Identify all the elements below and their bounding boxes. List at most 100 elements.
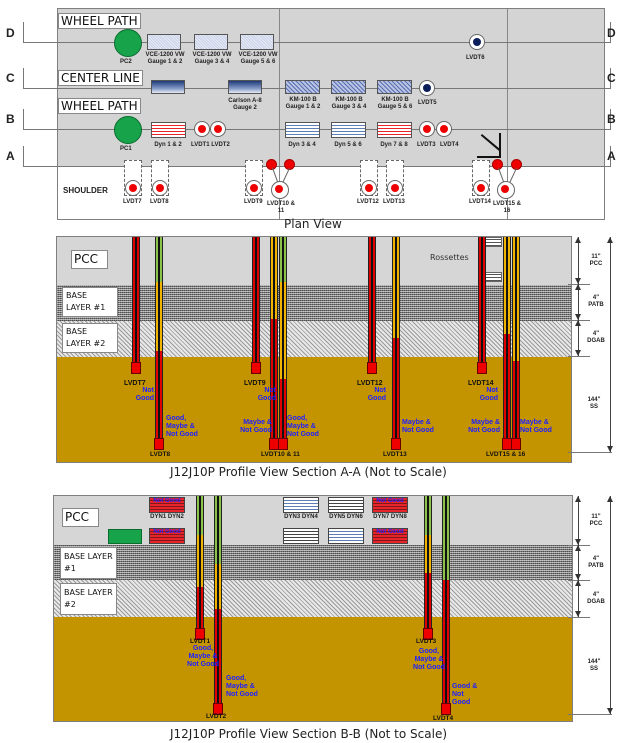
- lvdt11-status: Good, Maybe & Not Good: [287, 415, 319, 438]
- lvdt1-sensor: [194, 121, 210, 137]
- lvdt8-rod-segment: [156, 237, 162, 282]
- dimension-tick: [568, 617, 590, 618]
- vw-gauge-label: VCE-1200 VW Gauge 5 & 6: [238, 52, 278, 65]
- lvdt4-rod-tip: [441, 703, 451, 715]
- dyn2-gauge: Not Good: [149, 528, 185, 544]
- lvdt10-status: Maybe & Not Good: [240, 419, 272, 434]
- dyn-gauge: [285, 122, 320, 138]
- lvdt3-rod-segment: [425, 496, 431, 535]
- dimension-label: 144" SS: [587, 658, 601, 672]
- dyn7-gauge: Not Good: [372, 497, 408, 513]
- pressure-cell-pc1: [114, 116, 142, 144]
- lvdt16-status: Maybe & Not Good: [520, 419, 552, 434]
- dyn3-4-label: DYN3 DYN4: [284, 514, 318, 520]
- lvdt11-rod-segment: [280, 282, 286, 379]
- pcc-label: PCC: [71, 250, 108, 269]
- dyn1-2-label: DYN1 DYN2: [150, 514, 184, 520]
- dyn4-gauge: [283, 528, 319, 544]
- lvdt4-rod-segment: [443, 496, 449, 580]
- lvdt14-sensor: [473, 180, 489, 196]
- lvdt3-sensor: [419, 121, 435, 137]
- lvdt13-rod-segment: [393, 338, 399, 440]
- lvdt13-rod: [392, 237, 400, 440]
- lvdt5-label: LVDT5: [418, 100, 437, 106]
- lvdt9-sensor: [246, 180, 262, 196]
- section-letter-d: D: [6, 26, 15, 40]
- carlson-label: Carlson A-8 Gauge 2: [228, 98, 262, 111]
- pcc-label: PCC: [62, 508, 99, 527]
- dimension-label: 11" PCC: [589, 513, 603, 527]
- lvdt13-sensor: [387, 180, 403, 196]
- dyn3-gauge: [283, 497, 319, 513]
- section-letter-b-right: B: [607, 112, 616, 126]
- section-tick: [23, 109, 24, 129]
- vw-gauge: [147, 34, 181, 50]
- dimension-line: [578, 496, 579, 545]
- lvdt13-label: LVDT13: [383, 451, 407, 458]
- wheel-path-label: WHEEL PATH: [58, 13, 141, 29]
- dimension-label: 4" DGAB: [587, 591, 605, 605]
- lvdt14-rod: [478, 237, 486, 364]
- lvdt9-rod-segment: [253, 237, 259, 364]
- base-layer-2-label: BASE LAYER #2: [62, 323, 118, 353]
- lvdt15-16-label: LVDT15 & 16: [486, 451, 526, 458]
- section-line-a: [23, 166, 611, 167]
- base-layer-1: [54, 545, 572, 580]
- dyn-gauge-label: Dyn 7 & 8: [380, 142, 408, 148]
- dimension-label: 144" SS: [587, 397, 601, 410]
- lvdt7-rod-tip: [131, 362, 141, 374]
- dimension-arrow-up: [575, 284, 581, 290]
- km-gauge: [285, 80, 320, 94]
- section-bb-caption: J12J10P Profile View Section B-B (Not to…: [170, 727, 448, 741]
- lvdt1-2-label: LVDT1 LVDT2: [191, 142, 230, 148]
- crack-marker: [477, 156, 499, 158]
- lvdt10-11-sensor: [271, 181, 289, 199]
- dimension-arrow-up: [607, 237, 613, 243]
- pressure-cell-pc2: [114, 29, 142, 57]
- lvdt2-rod-segment: [215, 496, 221, 564]
- km-gauge-label: KM-100 B Gauge 5 & 6: [377, 97, 413, 110]
- lvdt12-sensor: [361, 180, 377, 196]
- lvdt16-rod: [512, 237, 520, 440]
- wheel-path-label: WHEEL PATH: [58, 98, 141, 114]
- lvdt4-sensor: [436, 121, 452, 137]
- lvdt4-label: LVDT4: [440, 142, 459, 148]
- lvdt3-label: LVDT3: [416, 638, 437, 645]
- dimension-arrow-up: [575, 237, 581, 243]
- lvdt15-16-sensor: [497, 181, 515, 199]
- lvdt3-label: LVDT3: [417, 142, 436, 148]
- lvdt3-rod-segment: [425, 573, 431, 630]
- section-letter-c: C: [6, 71, 15, 85]
- dimension-arrow-up: [607, 496, 613, 502]
- section-tick: [23, 68, 24, 88]
- dimension-line: [610, 496, 611, 714]
- km-gauge: [377, 80, 412, 94]
- lvdt10-rod-segment: [271, 237, 277, 319]
- lvdt3-rod-segment: [425, 535, 431, 573]
- section-letter-d-right: D: [607, 26, 616, 40]
- plan-view-caption: Plan View: [284, 217, 342, 231]
- lvdt11-rod: [279, 237, 287, 440]
- lvdt11-rod-tip: [278, 438, 288, 450]
- section-letter-a-right: A: [607, 149, 616, 163]
- pc1-label: PC1: [120, 146, 132, 152]
- lvdt1-label: LVDT1: [190, 638, 211, 645]
- rossette-gauge: [484, 237, 502, 247]
- pressure-cell: [108, 529, 142, 544]
- dyn-gauge: [151, 122, 186, 138]
- lvdt15-16-label: LVDT15 & 16: [493, 201, 521, 214]
- lvdt8-rod: [155, 237, 163, 440]
- carlson-gauge: [228, 80, 262, 94]
- lvdt3-status: Good, Maybe & Not Good: [413, 648, 445, 671]
- lvdt1-status: Good, Maybe & Not Good: [187, 645, 219, 668]
- dyn-gauge: [331, 122, 366, 138]
- pc2-label: PC2: [120, 59, 132, 65]
- lvdt8-sensor: [152, 180, 168, 196]
- lvdt1-rod-segment: [197, 496, 203, 535]
- lvdt7-status: Not Good: [135, 387, 154, 402]
- dyn5-6-label: DYN5 DYN6: [329, 514, 363, 520]
- dyn6-gauge: [328, 528, 364, 544]
- lvdt13-label: LVDT13: [383, 199, 405, 205]
- lvdt9-status: Not Good: [257, 387, 276, 402]
- km-gauge: [331, 80, 366, 94]
